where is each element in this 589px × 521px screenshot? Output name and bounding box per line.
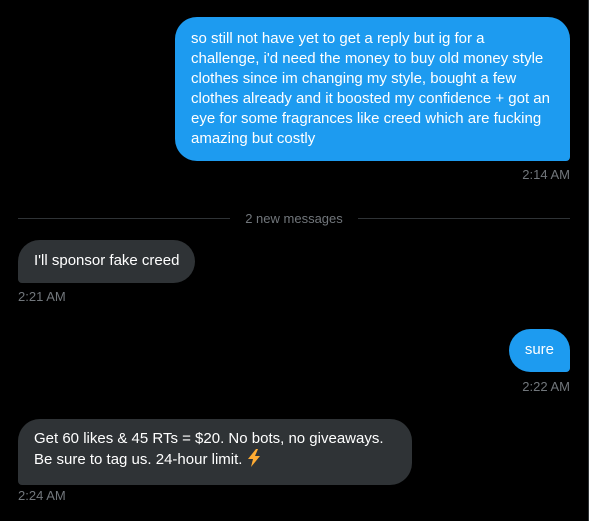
message-bubble-received[interactable]: I'll sponsor fake creed [18, 240, 196, 283]
divider-line-right [358, 218, 570, 219]
message-timestamp: 2:24 AM [18, 488, 66, 503]
message-timestamp: 2:22 AM [522, 379, 570, 394]
message-bubble-sent[interactable]: so still not have yet to get a reply but… [175, 17, 570, 161]
divider-line-left [18, 218, 230, 219]
message-timestamp: 2:21 AM [18, 289, 66, 304]
message-text: sure [524, 341, 554, 358]
message-text: so still not have yet to get a reply but… [191, 30, 550, 147]
new-messages-divider: 2 new messages [245, 211, 343, 226]
message-text: Get 60 likes & 45 RTs = $20. No bots, no… [34, 430, 384, 468]
message-bubble-received[interactable]: Get 60 likes & 45 RTs = $20. No bots, no… [18, 419, 412, 485]
lightning-icon [246, 449, 262, 473]
message-text: I'll sponsor fake creed [34, 252, 180, 269]
message-timestamp: 2:14 AM [522, 167, 570, 182]
message-bubble-sent[interactable]: sure [508, 329, 570, 372]
